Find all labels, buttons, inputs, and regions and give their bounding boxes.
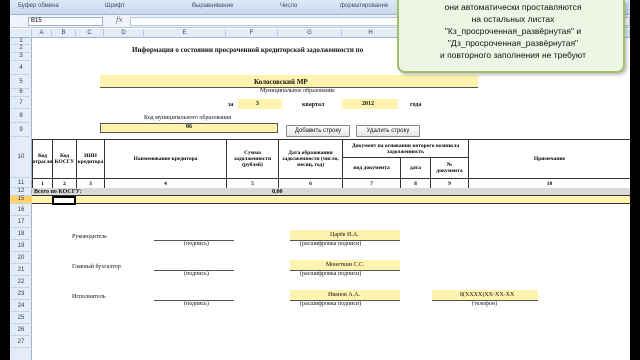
row-header[interactable]: 26	[10, 324, 32, 336]
period-number: 3	[256, 101, 259, 107]
row-header[interactable]: 12	[10, 188, 32, 196]
excel-window: Буфер обмена Шрифт Выравнивание Число фо…	[10, 0, 630, 360]
row-header[interactable]: 18	[10, 228, 32, 240]
column-header[interactable]: A	[32, 29, 52, 38]
row-header[interactable]: 8	[10, 109, 32, 123]
row-header[interactable]: 5	[10, 75, 32, 89]
instruction-note-popup: они автоматически проставляются на остал…	[397, 0, 625, 73]
select-all-corner[interactable]	[10, 29, 32, 38]
note-line: "Дз_просроченная_развёрнутая"	[447, 38, 579, 48]
row-header[interactable]: 16	[10, 204, 32, 216]
header-doc-no: № документа	[431, 158, 469, 179]
column-header[interactable]: H	[342, 29, 400, 38]
decoding-caption: (расшифровка подписи)	[300, 271, 362, 277]
row-header[interactable]: 21	[10, 264, 32, 276]
period-year-label: года	[410, 102, 422, 108]
executor-name: Иванов А.А.	[328, 292, 360, 298]
column-header[interactable]: C	[76, 29, 104, 38]
accountant-name: Монеткин С.С.	[326, 262, 365, 268]
row-header[interactable]: 27	[10, 336, 32, 348]
note-line: "Кз_просроченная_развёрнутая" и	[444, 26, 582, 36]
column-header[interactable]: D	[104, 29, 144, 38]
ribbon-group-number[interactable]: Число	[280, 3, 297, 9]
decoding-caption: (расшифровка подписи)	[300, 241, 362, 247]
name-box[interactable]: B15	[28, 17, 103, 26]
add-row-button[interactable]: Добавить строку	[286, 125, 350, 137]
header-doc-date: дата	[401, 158, 431, 179]
worksheet-grid[interactable]: Информация о состоянии просроченной кред…	[32, 38, 630, 360]
header-inn: ИНН кредитора	[77, 140, 105, 179]
row-header[interactable]: 4	[10, 61, 32, 75]
fx-icon[interactable]: fx	[116, 16, 123, 24]
video-frame: Буфер обмена Шрифт Выравнивание Число фо…	[0, 0, 640, 360]
row-header[interactable]: 19	[10, 240, 32, 252]
decoding-caption: (расшифровка подписи)	[300, 301, 362, 307]
municipality-caption: Муниципальное образование	[260, 88, 335, 94]
phone-value: 8(XXXX)XX-XX-XX	[460, 292, 515, 298]
header-creditor-name: Наименование кредитора	[105, 140, 227, 179]
ribbon-group-clipboard[interactable]: Буфер обмена	[18, 3, 59, 9]
executor-label: Исполнитель	[72, 294, 106, 300]
head-name: Царёв И.А.	[330, 232, 359, 238]
column-header[interactable]: F	[226, 29, 278, 38]
row-header[interactable]: 11	[10, 178, 32, 188]
period-for-label: за	[228, 102, 234, 108]
row-header[interactable]: 23	[10, 288, 32, 300]
column-header[interactable]: E	[144, 29, 226, 38]
row-headers: 1 2 3 4 5 6 7 8 9 10 11 12 15 16 17 18 1…	[10, 38, 32, 360]
row-header[interactable]: 10	[10, 137, 32, 178]
signature-caption: (подпись)	[184, 271, 209, 277]
header-amount: Сумма задолженности (рублей)	[227, 140, 279, 179]
column-header[interactable]: B	[52, 29, 76, 38]
row-header[interactable]: 9	[10, 123, 32, 137]
total-row[interactable]	[32, 188, 630, 196]
row-header[interactable]: 17	[10, 216, 32, 228]
period-number-field[interactable]	[238, 99, 282, 109]
total-label: Всего по КОСГУ:	[34, 189, 82, 195]
accountant-label: Главный бухгалтер	[72, 264, 121, 270]
row-header[interactable]: 25	[10, 312, 32, 324]
signature-caption: (подпись)	[184, 301, 209, 307]
header-document-group: Документ на основании которого возникла …	[343, 140, 469, 158]
table-header: Код отрасли Код КОСГУ ИНН кредитора Наим…	[32, 139, 630, 189]
code-value: 06	[186, 124, 192, 130]
row-header-active[interactable]: 15	[10, 196, 32, 204]
row-header[interactable]: 6	[10, 89, 32, 97]
period-quarter-label: квартал	[302, 102, 325, 108]
header-code-dept: Код отрасли	[33, 140, 53, 179]
row-header[interactable]: 20	[10, 252, 32, 264]
ribbon-group-font[interactable]: Шрифт	[105, 3, 125, 9]
note-line: и повторного заполнения не требуют	[439, 50, 587, 60]
row-header[interactable]: 22	[10, 276, 32, 288]
ribbon-group-formatting[interactable]: форматирование	[340, 3, 388, 9]
row-header[interactable]: 2	[10, 45, 32, 53]
phone-caption: (телефон)	[472, 301, 498, 307]
selected-cell[interactable]	[52, 196, 76, 205]
code-caption: Код муниципального образования	[144, 115, 232, 121]
header-code-kosgu: Код КОСГУ	[53, 140, 77, 179]
header-note: Примечание	[469, 140, 630, 179]
row-header[interactable]: 24	[10, 300, 32, 312]
delete-row-button[interactable]: Удалить строку	[356, 125, 420, 137]
period-year: 2012	[362, 101, 374, 107]
total-value: 0,00	[272, 189, 283, 195]
row-header[interactable]: 1	[10, 38, 32, 45]
header-doc-type: вид документа	[343, 158, 401, 179]
row-header[interactable]: 3	[10, 53, 32, 61]
signature-caption: (подпись)	[184, 241, 209, 247]
municipality-name: Колосовский МР	[254, 78, 308, 86]
row-header[interactable]: 7	[10, 97, 32, 109]
header-formation-date: Дата образования задолженности (число, м…	[279, 140, 343, 179]
report-title: Информация о состоянии просроченной кред…	[132, 46, 364, 54]
ribbon-group-alignment[interactable]: Выравнивание	[192, 3, 233, 9]
note-line: на остальных листах	[471, 14, 555, 24]
column-header[interactable]: G	[278, 29, 342, 38]
head-label: Руководитель	[72, 234, 107, 240]
data-row[interactable]	[32, 196, 630, 204]
note-line: они автоматически проставляются	[444, 2, 582, 12]
